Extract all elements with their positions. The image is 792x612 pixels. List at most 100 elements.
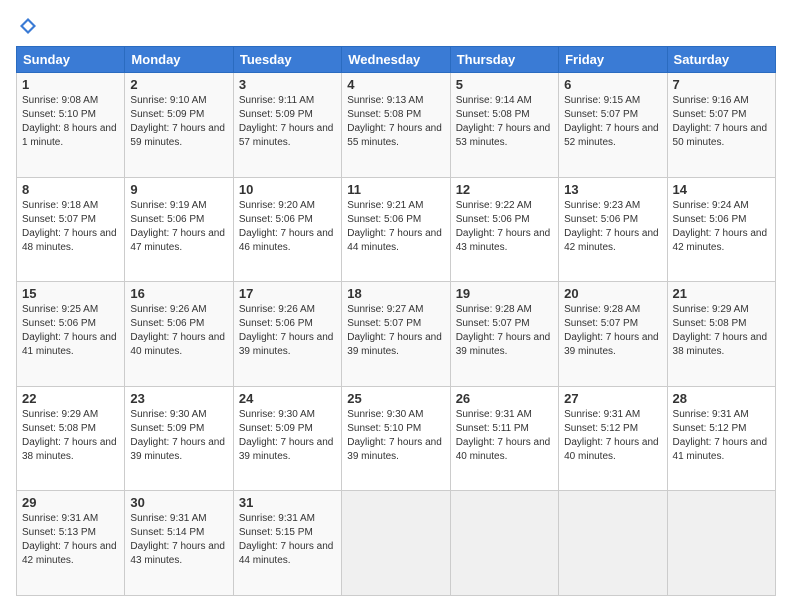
day-cell xyxy=(450,491,558,596)
day-number: 14 xyxy=(673,182,770,197)
day-cell: 23 Sunrise: 9:30 AM Sunset: 5:09 PM Dayl… xyxy=(125,386,233,491)
day-info: Sunrise: 9:26 AM Sunset: 5:06 PM Dayligh… xyxy=(239,303,336,359)
day-number: 19 xyxy=(456,286,553,301)
day-cell: 13 Sunrise: 9:23 AM Sunset: 5:06 PM Dayl… xyxy=(559,177,667,282)
day-cell xyxy=(342,491,450,596)
day-number: 16 xyxy=(130,286,227,301)
weekday-monday: Monday xyxy=(125,47,233,73)
weekday-header-row: SundayMondayTuesdayWednesdayThursdayFrid… xyxy=(17,47,776,73)
day-number: 10 xyxy=(239,182,336,197)
day-info: Sunrise: 9:30 AM Sunset: 5:09 PM Dayligh… xyxy=(130,408,227,464)
day-info: Sunrise: 9:14 AM Sunset: 5:08 PM Dayligh… xyxy=(456,94,553,150)
day-number: 3 xyxy=(239,77,336,92)
day-number: 6 xyxy=(564,77,661,92)
day-info: Sunrise: 9:24 AM Sunset: 5:06 PM Dayligh… xyxy=(673,199,770,255)
day-cell: 4 Sunrise: 9:13 AM Sunset: 5:08 PM Dayli… xyxy=(342,73,450,178)
day-cell: 26 Sunrise: 9:31 AM Sunset: 5:11 PM Dayl… xyxy=(450,386,558,491)
day-info: Sunrise: 9:21 AM Sunset: 5:06 PM Dayligh… xyxy=(347,199,444,255)
day-cell: 24 Sunrise: 9:30 AM Sunset: 5:09 PM Dayl… xyxy=(233,386,341,491)
day-number: 26 xyxy=(456,391,553,406)
day-number: 17 xyxy=(239,286,336,301)
day-number: 27 xyxy=(564,391,661,406)
day-info: Sunrise: 9:29 AM Sunset: 5:08 PM Dayligh… xyxy=(22,408,119,464)
weekday-tuesday: Tuesday xyxy=(233,47,341,73)
day-info: Sunrise: 9:10 AM Sunset: 5:09 PM Dayligh… xyxy=(130,94,227,150)
day-info: Sunrise: 9:28 AM Sunset: 5:07 PM Dayligh… xyxy=(456,303,553,359)
day-info: Sunrise: 9:27 AM Sunset: 5:07 PM Dayligh… xyxy=(347,303,444,359)
day-cell: 19 Sunrise: 9:28 AM Sunset: 5:07 PM Dayl… xyxy=(450,282,558,387)
day-info: Sunrise: 9:13 AM Sunset: 5:08 PM Dayligh… xyxy=(347,94,444,150)
day-cell: 2 Sunrise: 9:10 AM Sunset: 5:09 PM Dayli… xyxy=(125,73,233,178)
weekday-saturday: Saturday xyxy=(667,47,775,73)
day-info: Sunrise: 9:11 AM Sunset: 5:09 PM Dayligh… xyxy=(239,94,336,150)
page: SundayMondayTuesdayWednesdayThursdayFrid… xyxy=(0,0,792,612)
day-number: 29 xyxy=(22,495,119,510)
day-cell: 21 Sunrise: 9:29 AM Sunset: 5:08 PM Dayl… xyxy=(667,282,775,387)
day-cell: 1 Sunrise: 9:08 AM Sunset: 5:10 PM Dayli… xyxy=(17,73,125,178)
day-cell: 22 Sunrise: 9:29 AM Sunset: 5:08 PM Dayl… xyxy=(17,386,125,491)
day-cell: 3 Sunrise: 9:11 AM Sunset: 5:09 PM Dayli… xyxy=(233,73,341,178)
day-cell: 14 Sunrise: 9:24 AM Sunset: 5:06 PM Dayl… xyxy=(667,177,775,282)
day-info: Sunrise: 9:28 AM Sunset: 5:07 PM Dayligh… xyxy=(564,303,661,359)
week-row-4: 22 Sunrise: 9:29 AM Sunset: 5:08 PM Dayl… xyxy=(17,386,776,491)
day-number: 18 xyxy=(347,286,444,301)
day-number: 31 xyxy=(239,495,336,510)
day-cell xyxy=(559,491,667,596)
day-cell: 25 Sunrise: 9:30 AM Sunset: 5:10 PM Dayl… xyxy=(342,386,450,491)
day-number: 2 xyxy=(130,77,227,92)
logo xyxy=(16,16,38,36)
day-number: 9 xyxy=(130,182,227,197)
day-number: 25 xyxy=(347,391,444,406)
day-number: 1 xyxy=(22,77,119,92)
day-number: 11 xyxy=(347,182,444,197)
day-cell: 20 Sunrise: 9:28 AM Sunset: 5:07 PM Dayl… xyxy=(559,282,667,387)
day-info: Sunrise: 9:30 AM Sunset: 5:09 PM Dayligh… xyxy=(239,408,336,464)
day-number: 13 xyxy=(564,182,661,197)
day-cell: 31 Sunrise: 9:31 AM Sunset: 5:15 PM Dayl… xyxy=(233,491,341,596)
day-number: 24 xyxy=(239,391,336,406)
day-cell: 15 Sunrise: 9:25 AM Sunset: 5:06 PM Dayl… xyxy=(17,282,125,387)
day-info: Sunrise: 9:15 AM Sunset: 5:07 PM Dayligh… xyxy=(564,94,661,150)
calendar-table: SundayMondayTuesdayWednesdayThursdayFrid… xyxy=(16,46,776,596)
weekday-wednesday: Wednesday xyxy=(342,47,450,73)
day-cell: 18 Sunrise: 9:27 AM Sunset: 5:07 PM Dayl… xyxy=(342,282,450,387)
day-cell: 6 Sunrise: 9:15 AM Sunset: 5:07 PM Dayli… xyxy=(559,73,667,178)
weekday-sunday: Sunday xyxy=(17,47,125,73)
day-cell: 11 Sunrise: 9:21 AM Sunset: 5:06 PM Dayl… xyxy=(342,177,450,282)
day-number: 5 xyxy=(456,77,553,92)
day-cell: 12 Sunrise: 9:22 AM Sunset: 5:06 PM Dayl… xyxy=(450,177,558,282)
day-cell: 17 Sunrise: 9:26 AM Sunset: 5:06 PM Dayl… xyxy=(233,282,341,387)
header xyxy=(16,16,776,36)
day-number: 22 xyxy=(22,391,119,406)
day-number: 23 xyxy=(130,391,227,406)
day-info: Sunrise: 9:31 AM Sunset: 5:11 PM Dayligh… xyxy=(456,408,553,464)
day-number: 28 xyxy=(673,391,770,406)
day-number: 15 xyxy=(22,286,119,301)
day-info: Sunrise: 9:23 AM Sunset: 5:06 PM Dayligh… xyxy=(564,199,661,255)
day-cell: 8 Sunrise: 9:18 AM Sunset: 5:07 PM Dayli… xyxy=(17,177,125,282)
week-row-3: 15 Sunrise: 9:25 AM Sunset: 5:06 PM Dayl… xyxy=(17,282,776,387)
day-cell: 29 Sunrise: 9:31 AM Sunset: 5:13 PM Dayl… xyxy=(17,491,125,596)
day-number: 7 xyxy=(673,77,770,92)
day-number: 21 xyxy=(673,286,770,301)
day-info: Sunrise: 9:31 AM Sunset: 5:13 PM Dayligh… xyxy=(22,512,119,568)
day-cell: 28 Sunrise: 9:31 AM Sunset: 5:12 PM Dayl… xyxy=(667,386,775,491)
day-cell: 5 Sunrise: 9:14 AM Sunset: 5:08 PM Dayli… xyxy=(450,73,558,178)
day-cell: 27 Sunrise: 9:31 AM Sunset: 5:12 PM Dayl… xyxy=(559,386,667,491)
day-info: Sunrise: 9:30 AM Sunset: 5:10 PM Dayligh… xyxy=(347,408,444,464)
day-info: Sunrise: 9:16 AM Sunset: 5:07 PM Dayligh… xyxy=(673,94,770,150)
week-row-2: 8 Sunrise: 9:18 AM Sunset: 5:07 PM Dayli… xyxy=(17,177,776,282)
day-number: 12 xyxy=(456,182,553,197)
day-cell xyxy=(667,491,775,596)
day-cell: 10 Sunrise: 9:20 AM Sunset: 5:06 PM Dayl… xyxy=(233,177,341,282)
day-cell: 7 Sunrise: 9:16 AM Sunset: 5:07 PM Dayli… xyxy=(667,73,775,178)
day-number: 30 xyxy=(130,495,227,510)
week-row-5: 29 Sunrise: 9:31 AM Sunset: 5:13 PM Dayl… xyxy=(17,491,776,596)
day-info: Sunrise: 9:31 AM Sunset: 5:12 PM Dayligh… xyxy=(564,408,661,464)
weekday-thursday: Thursday xyxy=(450,47,558,73)
week-row-1: 1 Sunrise: 9:08 AM Sunset: 5:10 PM Dayli… xyxy=(17,73,776,178)
day-info: Sunrise: 9:08 AM Sunset: 5:10 PM Dayligh… xyxy=(22,94,119,150)
day-number: 20 xyxy=(564,286,661,301)
day-info: Sunrise: 9:18 AM Sunset: 5:07 PM Dayligh… xyxy=(22,199,119,255)
weekday-friday: Friday xyxy=(559,47,667,73)
